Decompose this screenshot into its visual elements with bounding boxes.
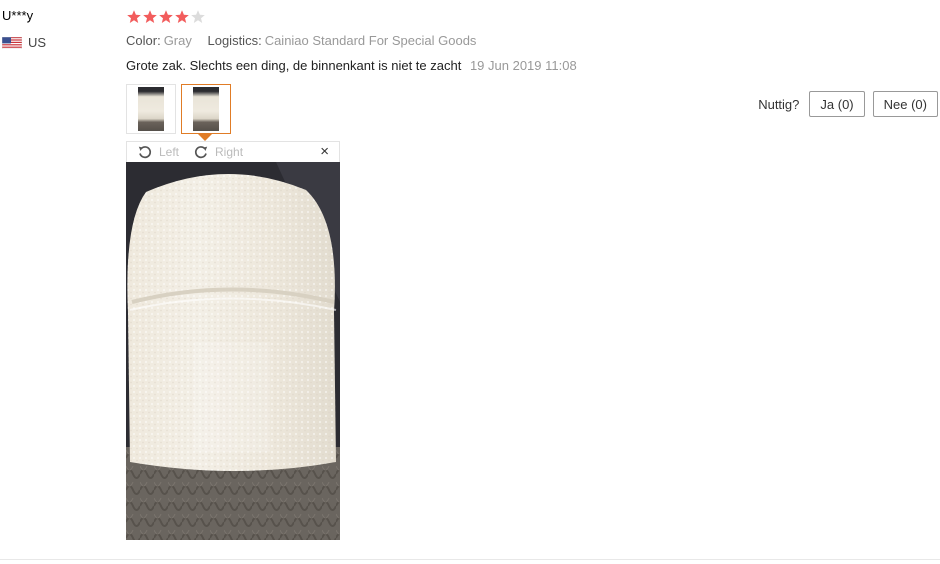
helpful-label: Nuttig? xyxy=(758,96,800,112)
photo-thumbnail[interactable] xyxy=(126,84,176,134)
photo-viewer-toolbar: Left Right × xyxy=(126,141,340,162)
photo-thumbnail-image xyxy=(193,87,219,131)
purchase-attributes: Color: Gray Logistics: Cainiao Standard Fo… xyxy=(126,33,488,48)
photo-thumbnails xyxy=(126,84,236,141)
reviewer-country: US xyxy=(2,35,46,50)
review-photo xyxy=(126,162,340,540)
helpful-vote: Nuttig? Ja (0) Nee (0) xyxy=(758,91,938,117)
rotate-right-button[interactable]: Right xyxy=(193,144,243,160)
review-comment: Grote zak. Slechts een ding, de binnenka… xyxy=(126,58,577,73)
star-filled-icon xyxy=(127,10,141,23)
rotate-left-icon xyxy=(138,146,152,159)
review-text: Grote zak. Slechts een ding, de binnenka… xyxy=(126,58,462,73)
attr-color-key: Color: xyxy=(126,33,161,48)
review-item: U***y US Color: Gray Logistics: Cainiao St… xyxy=(0,0,940,564)
country-code: US xyxy=(28,35,47,50)
photo-viewer: Left Right × xyxy=(126,141,340,540)
attr-logistics-key: Logistics: xyxy=(207,33,262,48)
star-empty-icon xyxy=(191,10,205,23)
rotate-right-label: Right xyxy=(215,145,244,159)
star-filled-icon xyxy=(159,10,173,23)
attr-color-value: Gray xyxy=(163,33,192,48)
star-filled-icon xyxy=(175,10,189,23)
review-divider xyxy=(0,559,940,560)
photo-thumbnail-active[interactable] xyxy=(181,84,231,141)
attr-logistics-value: Cainiao Standard For Special Goods xyxy=(264,33,477,48)
rotate-left-label: Left xyxy=(159,145,180,159)
helpful-no-button[interactable]: Nee (0) xyxy=(872,91,938,117)
us-flag-icon xyxy=(2,36,22,49)
photo-thumbnail-image xyxy=(138,87,164,131)
reviewer-name: U***y xyxy=(2,8,34,23)
star-rating xyxy=(126,9,206,25)
review-date: 19 Jun 2019 11:08 xyxy=(469,58,577,73)
rotate-left-button[interactable]: Left xyxy=(137,144,179,160)
rotate-right-icon xyxy=(194,146,208,159)
star-filled-icon xyxy=(143,10,157,23)
close-icon[interactable]: × xyxy=(320,143,329,161)
helpful-yes-button[interactable]: Ja (0) xyxy=(809,91,865,117)
